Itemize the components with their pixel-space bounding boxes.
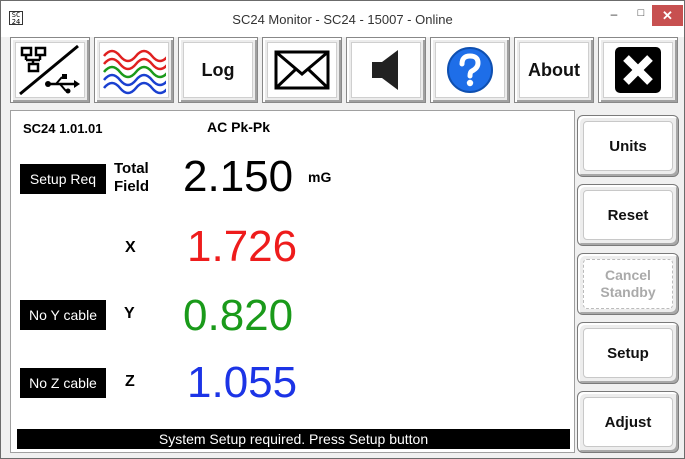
sound-button[interactable] xyxy=(346,37,426,103)
z-axis-label: Z xyxy=(125,373,135,390)
log-button-label: Log xyxy=(201,59,235,80)
close-button[interactable]: ✕ xyxy=(652,5,683,26)
x-axis-label: X xyxy=(125,239,136,256)
total-field-label: Total Field xyxy=(114,160,149,196)
unit-label: mG xyxy=(308,169,332,185)
no-y-cable-badge: No Y cable xyxy=(20,300,106,330)
z-value: 1.055 xyxy=(187,358,298,407)
minimize-button[interactable]: – xyxy=(601,7,627,35)
reset-button[interactable]: Reset xyxy=(577,184,679,246)
waveform-icon xyxy=(103,49,166,95)
readout-panel: SC24 1.01.01 AC Pk-Pk Setup Req Total Fi… xyxy=(10,110,575,453)
adjust-button-label: Adjust xyxy=(604,413,652,431)
title-bar: SC 24 SC24 Monitor - SC24 - 15007 - Onlin… xyxy=(1,1,684,37)
network-usb-icon xyxy=(19,44,80,96)
envelope-icon xyxy=(274,50,330,90)
setup-required-badge: Setup Req xyxy=(20,164,106,194)
x-value: 1.726 xyxy=(187,222,298,271)
email-button[interactable] xyxy=(262,37,342,103)
total-label-line2: Field xyxy=(114,178,150,195)
cancel-standby-label: Cancel Standby xyxy=(600,267,655,301)
maximize-button[interactable]: □ xyxy=(629,7,653,35)
measurement-mode: AC Pk-Pk xyxy=(207,119,271,135)
window-title: SC24 Monitor - SC24 - 15007 - Online xyxy=(232,12,453,27)
reset-button-label: Reset xyxy=(607,206,649,224)
cancel-label-line2: Standby xyxy=(600,284,656,300)
waveform-button[interactable] xyxy=(94,37,174,103)
cancel-label-line1: Cancel xyxy=(605,267,651,283)
about-button-label: About xyxy=(528,59,580,80)
setup-button-label: Setup xyxy=(607,344,649,362)
total-label-line1: Total xyxy=(114,160,149,177)
no-z-cable-badge: No Z cable xyxy=(20,368,106,398)
help-button[interactable] xyxy=(430,37,510,103)
help-icon xyxy=(447,47,493,93)
about-button[interactable]: About xyxy=(514,37,594,103)
y-axis-label: Y xyxy=(124,305,135,322)
log-button[interactable]: Log xyxy=(178,37,258,103)
side-button-panel: Units Reset Cancel Standby Setup Adjust xyxy=(577,113,679,455)
total-field-value: 2.150 xyxy=(183,152,294,201)
y-value: 0.820 xyxy=(183,291,294,340)
firmware-version: SC24 1.01.01 xyxy=(23,121,103,136)
app-window: SC 24 SC24 Monitor - SC24 - 15007 - Onlin… xyxy=(0,0,685,459)
setup-button[interactable]: Setup xyxy=(577,322,679,384)
status-bar: System Setup required. Press Setup butto… xyxy=(17,429,570,449)
toolbar: Log About xyxy=(10,37,678,103)
units-button-label: Units xyxy=(609,137,647,155)
adjust-button[interactable]: Adjust xyxy=(577,391,679,453)
speaker-icon xyxy=(372,50,398,90)
cancel-standby-button[interactable]: Cancel Standby xyxy=(577,253,679,315)
units-button[interactable]: Units xyxy=(577,115,679,177)
exit-icon xyxy=(615,47,661,93)
exit-button[interactable] xyxy=(598,37,678,103)
connection-button[interactable] xyxy=(10,37,90,103)
